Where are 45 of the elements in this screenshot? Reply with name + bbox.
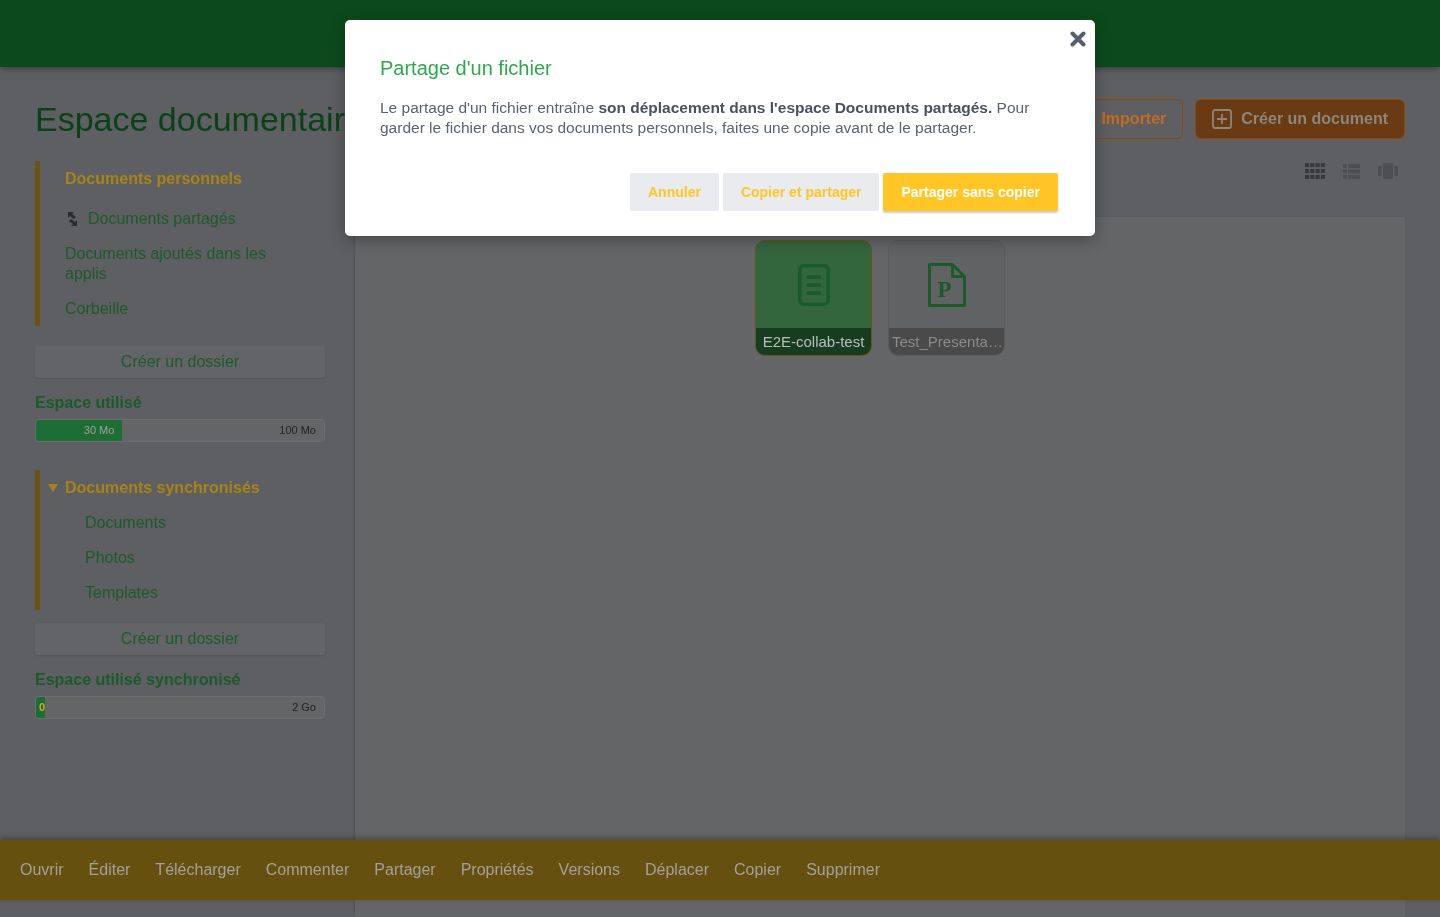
create-document-button[interactable]: Créer un document [1195,99,1405,139]
file-icon [927,262,966,307]
file-tile[interactable]: E2E-collab-test [755,240,872,356]
view-toggle[interactable] [1305,163,1325,179]
usage-title: Espace utilisé synchronisé [35,670,242,690]
close-icon [1070,31,1086,47]
nav-group-header[interactable]: Documents synchronisés [40,470,260,505]
nav-item[interactable]: Documents ajoutés dans les applis [40,236,290,291]
action-button[interactable]: Partager [374,861,436,879]
arrows-icon [67,210,78,227]
dialog-button[interactable]: Copier et partager [722,173,880,211]
create-folder-button[interactable]: Créer un dossier [35,346,325,378]
action-button[interactable]: Télécharger [155,861,241,879]
total-label: 100 Mo [279,424,317,437]
action-button[interactable]: Commenter [265,861,350,879]
action-button[interactable]: Copier [734,861,782,879]
action-button[interactable]: Propriétés [460,861,534,879]
usage-title: Espace utilisé [35,393,143,413]
nav-item[interactable]: Documents personnels [40,161,242,196]
dialog-message: Le partage d'un fichier entraîne son déplacement dans l'espace Documents partagés. Pour garder le fichier dans vos documents personnels, faites une copie avant de le partager. [380,98,1031,137]
file-type-letter: P [937,277,952,301]
dialog-button[interactable]: Annuler [630,173,719,211]
nav-item[interactable]: Templates [40,575,158,610]
close-button[interactable] [1070,31,1086,47]
used-label: 30 Mo [83,424,115,437]
action-button[interactable]: Versions [558,861,620,879]
action-button[interactable]: Supprimer [806,861,880,879]
document-icon [797,263,830,306]
plus-square-icon [1212,109,1233,129]
nav-item[interactable]: Documents [40,505,166,540]
file-tile[interactable]: P Test_Presenta… [888,240,1005,356]
page-title: Espace documentair [35,99,345,139]
action-button[interactable]: Éditer [88,861,131,879]
caret-icon [48,483,58,492]
action-button[interactable]: Déplacer [645,861,709,879]
dialog-title: Partage d'un fichier [380,56,553,80]
total-label: 2 Go [292,701,317,714]
nav-item[interactable]: Photos [40,540,135,575]
grid-view-icon [1305,163,1325,179]
used-label: 0 [39,701,46,714]
nav-item[interactable]: Documents partagés [40,201,236,236]
create-folder-button[interactable]: Créer un dossier [35,623,325,655]
dialog-button[interactable]: Partager sans copier [883,173,1058,211]
action-button[interactable]: Ouvrir [20,861,64,879]
nav-item[interactable]: Corbeille [40,291,129,326]
